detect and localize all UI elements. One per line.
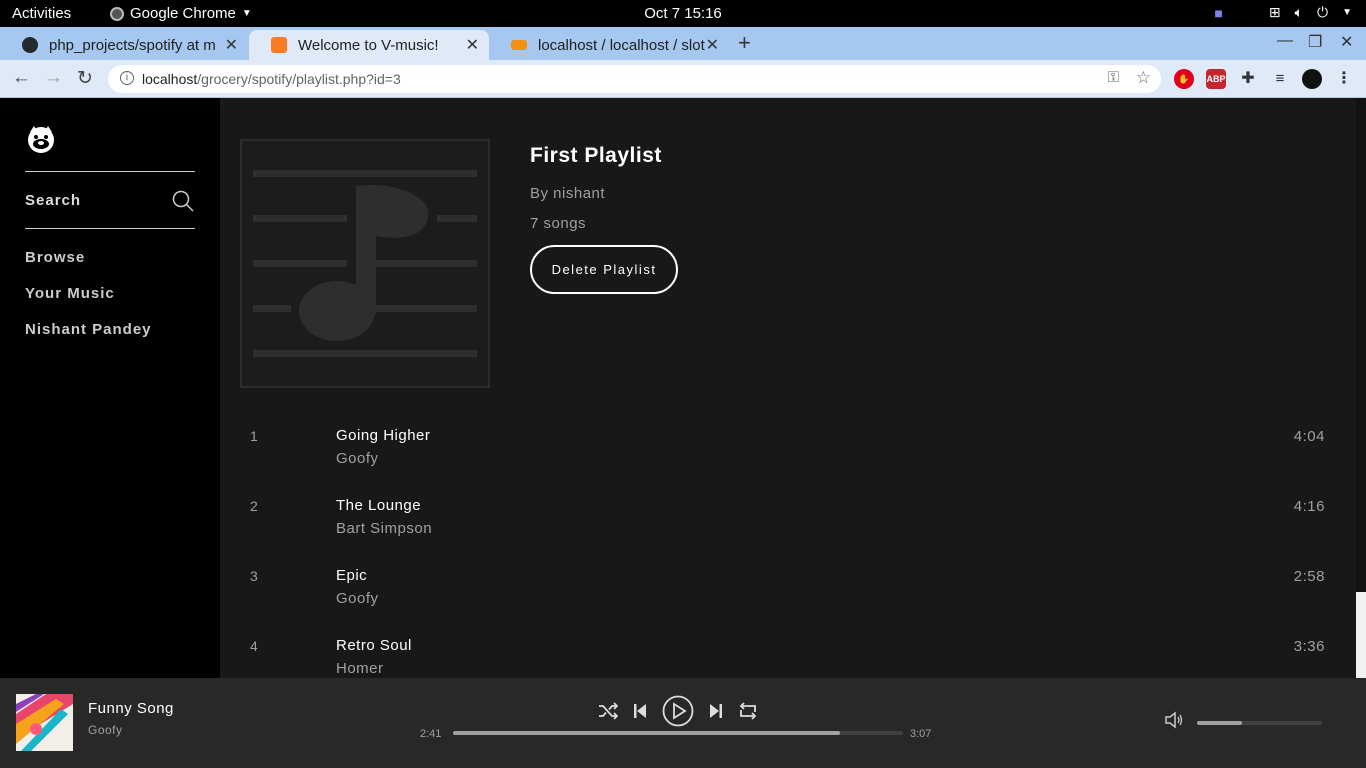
now-playing-bar: Funny Song Goofy 2:41 3:07 [0, 678, 1366, 768]
system-tray[interactable]: ■ ⊞ 🔈︎ ⏻ ▼ [1214, 4, 1352, 21]
reload-icon[interactable]: ↻ [77, 67, 93, 90]
track-row[interactable]: 2 The Lounge Bart Simpson 4:16 [220, 497, 1356, 568]
current-time: 2:41 [420, 728, 442, 740]
tab-title: Welcome to V-music! [298, 36, 439, 54]
system-top-bar: Activities Google Chrome ▼ Oct 7 15:16 ■… [0, 0, 1366, 27]
abp-icon[interactable]: ABP [1206, 69, 1226, 89]
track-name[interactable]: Retro Soul [336, 637, 412, 654]
now-playing-title[interactable]: Funny Song [88, 700, 174, 717]
new-tab-button[interactable]: + [738, 30, 751, 56]
network-icon[interactable]: ⊞ [1269, 4, 1281, 21]
close-icon[interactable]: ✕ [225, 35, 238, 55]
scrollbar-gutter [1356, 98, 1366, 592]
window-close-button[interactable]: ✕ [1340, 32, 1353, 52]
bookmark-star-icon[interactable]: ☆ [1136, 68, 1151, 88]
track-name[interactable]: Going Higher [336, 427, 430, 444]
media-control-icon[interactable]: ≡ [1270, 69, 1290, 89]
track-number: 3 [250, 568, 258, 584]
volume-icon[interactable]: 🔈︎ [1295, 4, 1303, 21]
track-duration: 3:36 [1293, 638, 1325, 655]
tab-title: php_projects/spotify at m [49, 36, 216, 54]
sidebar-item-profile[interactable]: Nishant Pandey [25, 321, 152, 338]
forward-arrow-icon[interactable]: → [44, 67, 63, 89]
phpmyadmin-icon [511, 40, 527, 50]
divider [25, 228, 195, 229]
track-artist[interactable]: Bart Simpson [336, 520, 432, 537]
now-playing-artist[interactable]: Goofy [88, 723, 123, 737]
next-icon[interactable] [709, 703, 723, 719]
sidebar: Search Browse Your Music Nishant Pandey [0, 98, 220, 678]
playlist-song-count: 7 songs [530, 215, 587, 232]
close-icon[interactable]: ✕ [466, 35, 479, 55]
progress-bar[interactable] [453, 731, 903, 735]
volume-slider[interactable] [1197, 721, 1322, 725]
teams-icon[interactable]: ■ [1214, 5, 1222, 21]
url-path: /grocery/spotify/playlist.php?id=3 [197, 71, 401, 87]
shuffle-icon[interactable] [598, 702, 618, 720]
back-arrow-icon[interactable]: ← [12, 67, 31, 89]
playlist-artwork [240, 139, 490, 388]
close-icon[interactable]: ✕ [706, 35, 719, 55]
track-number: 4 [250, 638, 258, 654]
tab-bar: php_projects/spotify at m ✕ Welcome to V… [0, 27, 1366, 60]
divider [25, 171, 195, 172]
total-time: 3:07 [910, 728, 932, 740]
track-artist[interactable]: Goofy [336, 590, 379, 607]
key-icon[interactable]: ⚿ [1108, 69, 1119, 86]
scrollbar-thumb[interactable] [1356, 592, 1366, 678]
previous-icon[interactable] [633, 703, 647, 719]
repeat-icon[interactable] [738, 702, 758, 720]
tab-vmusic[interactable]: Welcome to V-music! ✕ [249, 30, 489, 60]
track-row[interactable]: 4 Retro Soul Homer 3:36 [220, 637, 1356, 678]
play-icon[interactable] [662, 695, 694, 727]
app-logo[interactable] [26, 124, 56, 154]
menu-kebab-icon[interactable]: ⋮ [1334, 69, 1354, 89]
track-duration: 4:04 [1293, 428, 1325, 445]
extensions-puzzle-icon[interactable]: ✚ [1238, 69, 1258, 89]
tab-title: localhost / localhost / slot [538, 36, 705, 54]
search-link[interactable]: Search [25, 192, 81, 209]
track-row[interactable]: 1 Going Higher Goofy 4:04 [220, 427, 1356, 498]
track-duration: 2:58 [1293, 568, 1325, 585]
track-number: 2 [250, 498, 258, 514]
search-icon[interactable] [171, 189, 195, 213]
track-artist[interactable]: Homer [336, 660, 384, 677]
main-content: First Playlist By nishant 7 songs Delete… [220, 98, 1356, 678]
url-host: localhost [142, 71, 198, 87]
power-icon[interactable]: ⏻ [1317, 4, 1328, 21]
info-icon[interactable]: i [120, 71, 134, 85]
track-row[interactable]: 3 Epic Goofy 2:58 [220, 567, 1356, 638]
browser-toolbar: ← → ↻ i localhost/grocery/spotify/playli… [0, 60, 1366, 98]
chevron-down-icon[interactable]: ▼ [1342, 7, 1352, 18]
sidebar-item-your-music[interactable]: Your Music [25, 285, 115, 302]
adblock-icon[interactable]: ✋ [1174, 69, 1194, 89]
playlist-owner: By nishant [530, 185, 606, 202]
progress-fill [453, 731, 840, 735]
track-artist[interactable]: Goofy [336, 450, 379, 467]
music-note-icon [253, 170, 477, 357]
address-bar[interactable]: i localhost/grocery/spotify/playlist.php… [108, 65, 1161, 93]
volume-fill [1197, 721, 1242, 725]
clock[interactable]: Oct 7 15:16 [0, 5, 1366, 22]
album-artwork[interactable] [16, 694, 73, 751]
volume-icon[interactable] [1164, 711, 1184, 729]
xampp-icon [271, 37, 287, 53]
minimize-button[interactable]: — [1277, 32, 1293, 50]
github-icon [22, 37, 38, 53]
track-duration: 4:16 [1293, 498, 1325, 515]
track-name[interactable]: Epic [336, 567, 367, 584]
track-name[interactable]: The Lounge [336, 497, 421, 514]
delete-playlist-button[interactable]: Delete Playlist [530, 245, 678, 294]
sidebar-item-browse[interactable]: Browse [25, 249, 85, 266]
tab-phpmyadmin[interactable]: localhost / localhost / slot ✕ [489, 30, 729, 60]
track-number: 1 [250, 428, 258, 444]
restore-button[interactable]: ❐ [1308, 32, 1322, 52]
profile-avatar[interactable] [1302, 69, 1322, 89]
playlist-title: First Playlist [530, 144, 662, 167]
tab-github[interactable]: php_projects/spotify at m ✕ [0, 30, 248, 60]
